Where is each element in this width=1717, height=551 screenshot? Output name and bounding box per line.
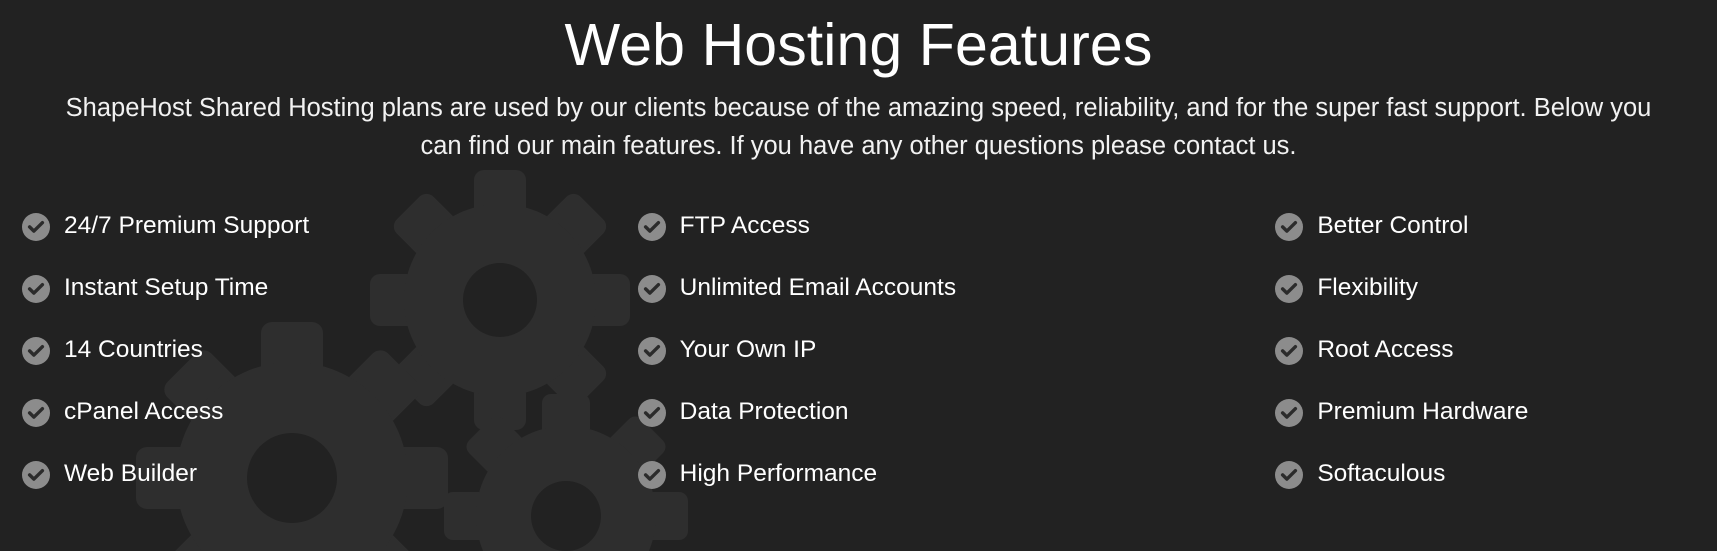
check-circle-icon <box>637 398 666 427</box>
feature-item: Data Protection <box>637 382 1138 444</box>
check-circle-icon <box>1275 336 1304 365</box>
check-circle-icon <box>1275 460 1304 489</box>
check-circle-icon <box>22 212 50 241</box>
feature-item: Softaculous <box>1275 444 1695 506</box>
feature-item: Premium Hardware <box>1275 382 1695 444</box>
feature-item: 14 Countries <box>22 320 580 382</box>
feature-item: Better Control <box>1275 196 1695 258</box>
check-circle-icon <box>637 336 666 365</box>
feature-item: 24/7 Premium Support <box>22 196 580 258</box>
feature-label: Better Control <box>1317 212 1469 240</box>
feature-item: Instant Setup Time <box>22 258 580 320</box>
feature-item: Flexibility <box>1275 258 1695 320</box>
feature-column-3: Better Control Flexibility Root Access P… <box>1137 196 1695 506</box>
feature-item: Web Builder <box>22 444 580 506</box>
feature-label: Unlimited Email Accounts <box>679 274 957 302</box>
feature-item: Your Own IP <box>637 320 1138 382</box>
feature-item: High Performance <box>637 444 1138 506</box>
feature-label: Web Builder <box>64 460 198 488</box>
feature-label: Root Access <box>1317 336 1454 364</box>
feature-label: FTP Access <box>679 212 810 240</box>
feature-label: 24/7 Premium Support <box>64 212 310 240</box>
check-circle-icon <box>22 274 50 303</box>
feature-label: High Performance <box>679 460 878 488</box>
page-subtitle: ShapeHost Shared Hosting plans are used … <box>65 94 1652 160</box>
feature-item: Unlimited Email Accounts <box>637 258 1138 320</box>
check-circle-icon <box>1275 274 1304 303</box>
feature-label: Instant Setup Time <box>64 274 269 302</box>
check-circle-icon <box>637 274 666 303</box>
page-title: Web Hosting Features <box>564 12 1153 78</box>
check-circle-icon <box>1275 212 1304 241</box>
feature-label: cPanel Access <box>64 398 224 426</box>
feature-label: Premium Hardware <box>1317 398 1529 426</box>
section-header: Web Hosting Features ShapeHost Shared Ho… <box>0 0 1717 166</box>
feature-label: 14 Countries <box>64 336 203 364</box>
features-grid: 24/7 Premium Support Instant Setup Time … <box>0 196 1717 506</box>
check-circle-icon <box>22 336 50 365</box>
feature-column-2: FTP Access Unlimited Email Accounts Your… <box>580 196 1138 506</box>
check-circle-icon <box>22 398 50 427</box>
check-circle-icon <box>637 460 666 489</box>
feature-item: FTP Access <box>637 196 1138 258</box>
feature-item: Root Access <box>1275 320 1695 382</box>
feature-label: Flexibility <box>1317 274 1419 302</box>
feature-label: Softaculous <box>1317 460 1446 488</box>
feature-item: cPanel Access <box>22 382 580 444</box>
check-circle-icon <box>637 212 666 241</box>
web-hosting-features-section: Web Hosting Features ShapeHost Shared Ho… <box>0 0 1717 551</box>
feature-label: Your Own IP <box>679 336 817 364</box>
check-circle-icon <box>1275 398 1304 427</box>
feature-label: Data Protection <box>679 398 849 426</box>
check-circle-icon <box>22 460 50 489</box>
feature-column-1: 24/7 Premium Support Instant Setup Time … <box>22 196 580 506</box>
